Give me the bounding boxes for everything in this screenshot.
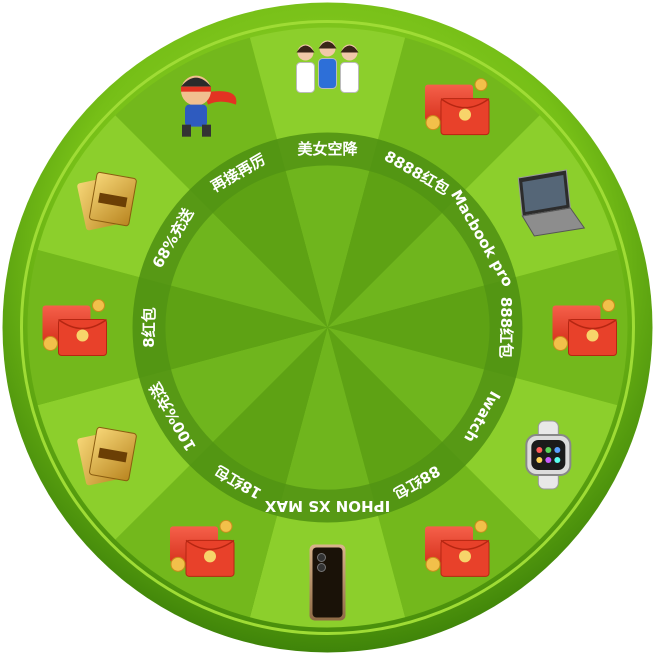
smartphone-icon — [309, 544, 346, 621]
red-envelope-icon — [552, 299, 617, 356]
red-envelope-icon — [170, 519, 235, 577]
prize-wheel[interactable]: 美女空降 8888红包 Macbook pro 888红包 Iwatch 88红包 IPHO… — [0, 0, 655, 655]
prize-wheel-graphic[interactable]: 美女空降 8888红包Macbook pro888红包Iwatch88红包IPHO… — [0, 0, 655, 655]
segment-label-9: 8红包 — [140, 307, 158, 347]
segment-label-6: IPHON XS MAX — [264, 497, 390, 515]
red-envelope-icon — [425, 519, 490, 577]
hub-layer — [165, 165, 490, 490]
segment-label-0: 美女空降 — [297, 140, 358, 158]
red-envelope-icon — [42, 299, 107, 356]
red-envelope-icon — [425, 78, 490, 136]
girls-group-icon — [296, 40, 359, 93]
segment-label-3: 888红包 — [497, 297, 515, 358]
